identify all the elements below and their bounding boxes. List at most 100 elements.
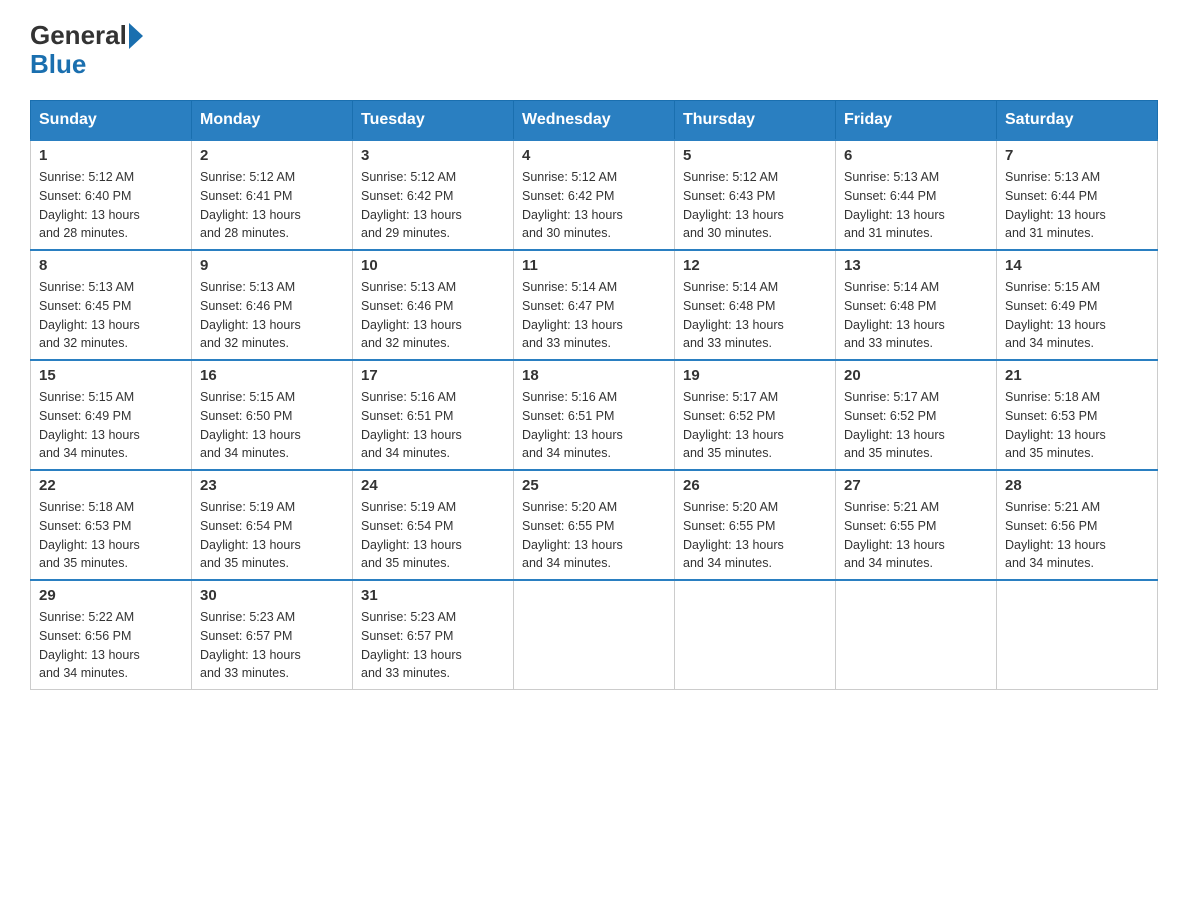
calendar-cell: 31 Sunrise: 5:23 AMSunset: 6:57 PMDaylig…	[353, 580, 514, 690]
day-number: 22	[39, 477, 183, 494]
calendar-cell: 21 Sunrise: 5:18 AMSunset: 6:53 PMDaylig…	[997, 360, 1158, 470]
calendar-cell: 5 Sunrise: 5:12 AMSunset: 6:43 PMDayligh…	[675, 140, 836, 250]
day-number: 25	[522, 477, 666, 494]
calendar-week-row: 1 Sunrise: 5:12 AMSunset: 6:40 PMDayligh…	[31, 140, 1158, 250]
day-number: 16	[200, 367, 344, 384]
day-number: 9	[200, 257, 344, 274]
page-header: General Blue	[30, 20, 1158, 80]
day-info: Sunrise: 5:17 AMSunset: 6:52 PMDaylight:…	[683, 390, 784, 460]
day-info: Sunrise: 5:12 AMSunset: 6:42 PMDaylight:…	[522, 170, 623, 240]
calendar-cell: 15 Sunrise: 5:15 AMSunset: 6:49 PMDaylig…	[31, 360, 192, 470]
calendar-cell: 23 Sunrise: 5:19 AMSunset: 6:54 PMDaylig…	[192, 470, 353, 580]
day-info: Sunrise: 5:13 AMSunset: 6:46 PMDaylight:…	[200, 280, 301, 350]
calendar-cell: 30 Sunrise: 5:23 AMSunset: 6:57 PMDaylig…	[192, 580, 353, 690]
day-number: 24	[361, 477, 505, 494]
calendar-week-row: 8 Sunrise: 5:13 AMSunset: 6:45 PMDayligh…	[31, 250, 1158, 360]
calendar-cell: 25 Sunrise: 5:20 AMSunset: 6:55 PMDaylig…	[514, 470, 675, 580]
day-number: 28	[1005, 477, 1149, 494]
day-info: Sunrise: 5:12 AMSunset: 6:41 PMDaylight:…	[200, 170, 301, 240]
calendar-cell: 2 Sunrise: 5:12 AMSunset: 6:41 PMDayligh…	[192, 140, 353, 250]
day-info: Sunrise: 5:18 AMSunset: 6:53 PMDaylight:…	[1005, 390, 1106, 460]
calendar-cell	[836, 580, 997, 690]
calendar-week-row: 29 Sunrise: 5:22 AMSunset: 6:56 PMDaylig…	[31, 580, 1158, 690]
calendar-week-row: 15 Sunrise: 5:15 AMSunset: 6:49 PMDaylig…	[31, 360, 1158, 470]
day-number: 7	[1005, 147, 1149, 164]
calendar-cell	[675, 580, 836, 690]
day-number: 20	[844, 367, 988, 384]
day-info: Sunrise: 5:21 AMSunset: 6:56 PMDaylight:…	[1005, 500, 1106, 570]
calendar-cell: 3 Sunrise: 5:12 AMSunset: 6:42 PMDayligh…	[353, 140, 514, 250]
day-info: Sunrise: 5:17 AMSunset: 6:52 PMDaylight:…	[844, 390, 945, 460]
logo-arrow-icon	[129, 23, 143, 49]
logo: General Blue	[30, 20, 145, 80]
calendar-cell: 6 Sunrise: 5:13 AMSunset: 6:44 PMDayligh…	[836, 140, 997, 250]
day-info: Sunrise: 5:13 AMSunset: 6:44 PMDaylight:…	[844, 170, 945, 240]
col-header-sunday: Sunday	[31, 101, 192, 141]
day-info: Sunrise: 5:12 AMSunset: 6:42 PMDaylight:…	[361, 170, 462, 240]
logo-row1: General	[30, 20, 145, 51]
day-number: 15	[39, 367, 183, 384]
day-info: Sunrise: 5:20 AMSunset: 6:55 PMDaylight:…	[683, 500, 784, 570]
day-number: 5	[683, 147, 827, 164]
calendar-header-row: SundayMondayTuesdayWednesdayThursdayFrid…	[31, 101, 1158, 141]
day-number: 30	[200, 587, 344, 604]
day-number: 2	[200, 147, 344, 164]
day-number: 17	[361, 367, 505, 384]
calendar-cell: 26 Sunrise: 5:20 AMSunset: 6:55 PMDaylig…	[675, 470, 836, 580]
day-info: Sunrise: 5:15 AMSunset: 6:50 PMDaylight:…	[200, 390, 301, 460]
col-header-monday: Monday	[192, 101, 353, 141]
day-number: 27	[844, 477, 988, 494]
day-number: 10	[361, 257, 505, 274]
day-number: 6	[844, 147, 988, 164]
calendar-table: SundayMondayTuesdayWednesdayThursdayFrid…	[30, 100, 1158, 690]
day-number: 14	[1005, 257, 1149, 274]
day-info: Sunrise: 5:14 AMSunset: 6:48 PMDaylight:…	[683, 280, 784, 350]
day-info: Sunrise: 5:19 AMSunset: 6:54 PMDaylight:…	[200, 500, 301, 570]
day-number: 13	[844, 257, 988, 274]
day-number: 1	[39, 147, 183, 164]
day-info: Sunrise: 5:19 AMSunset: 6:54 PMDaylight:…	[361, 500, 462, 570]
calendar-week-row: 22 Sunrise: 5:18 AMSunset: 6:53 PMDaylig…	[31, 470, 1158, 580]
day-number: 12	[683, 257, 827, 274]
day-number: 18	[522, 367, 666, 384]
calendar-cell: 19 Sunrise: 5:17 AMSunset: 6:52 PMDaylig…	[675, 360, 836, 470]
calendar-cell: 18 Sunrise: 5:16 AMSunset: 6:51 PMDaylig…	[514, 360, 675, 470]
calendar-cell: 11 Sunrise: 5:14 AMSunset: 6:47 PMDaylig…	[514, 250, 675, 360]
col-header-thursday: Thursday	[675, 101, 836, 141]
logo-row2: Blue	[30, 49, 86, 80]
day-number: 19	[683, 367, 827, 384]
calendar-cell: 28 Sunrise: 5:21 AMSunset: 6:56 PMDaylig…	[997, 470, 1158, 580]
day-info: Sunrise: 5:14 AMSunset: 6:48 PMDaylight:…	[844, 280, 945, 350]
day-info: Sunrise: 5:12 AMSunset: 6:40 PMDaylight:…	[39, 170, 140, 240]
logo-general-text: General	[30, 20, 127, 51]
day-number: 8	[39, 257, 183, 274]
day-info: Sunrise: 5:16 AMSunset: 6:51 PMDaylight:…	[522, 390, 623, 460]
day-info: Sunrise: 5:13 AMSunset: 6:45 PMDaylight:…	[39, 280, 140, 350]
col-header-saturday: Saturday	[997, 101, 1158, 141]
day-info: Sunrise: 5:21 AMSunset: 6:55 PMDaylight:…	[844, 500, 945, 570]
calendar-cell: 16 Sunrise: 5:15 AMSunset: 6:50 PMDaylig…	[192, 360, 353, 470]
day-info: Sunrise: 5:23 AMSunset: 6:57 PMDaylight:…	[200, 610, 301, 680]
day-number: 4	[522, 147, 666, 164]
day-info: Sunrise: 5:22 AMSunset: 6:56 PMDaylight:…	[39, 610, 140, 680]
calendar-cell: 1 Sunrise: 5:12 AMSunset: 6:40 PMDayligh…	[31, 140, 192, 250]
day-info: Sunrise: 5:13 AMSunset: 6:44 PMDaylight:…	[1005, 170, 1106, 240]
day-number: 23	[200, 477, 344, 494]
day-info: Sunrise: 5:13 AMSunset: 6:46 PMDaylight:…	[361, 280, 462, 350]
day-number: 26	[683, 477, 827, 494]
calendar-cell: 10 Sunrise: 5:13 AMSunset: 6:46 PMDaylig…	[353, 250, 514, 360]
calendar-cell	[997, 580, 1158, 690]
day-info: Sunrise: 5:20 AMSunset: 6:55 PMDaylight:…	[522, 500, 623, 570]
calendar-cell: 29 Sunrise: 5:22 AMSunset: 6:56 PMDaylig…	[31, 580, 192, 690]
day-info: Sunrise: 5:16 AMSunset: 6:51 PMDaylight:…	[361, 390, 462, 460]
calendar-cell: 12 Sunrise: 5:14 AMSunset: 6:48 PMDaylig…	[675, 250, 836, 360]
day-info: Sunrise: 5:14 AMSunset: 6:47 PMDaylight:…	[522, 280, 623, 350]
day-number: 31	[361, 587, 505, 604]
calendar-cell: 9 Sunrise: 5:13 AMSunset: 6:46 PMDayligh…	[192, 250, 353, 360]
calendar-cell: 14 Sunrise: 5:15 AMSunset: 6:49 PMDaylig…	[997, 250, 1158, 360]
calendar-cell: 8 Sunrise: 5:13 AMSunset: 6:45 PMDayligh…	[31, 250, 192, 360]
calendar-cell: 24 Sunrise: 5:19 AMSunset: 6:54 PMDaylig…	[353, 470, 514, 580]
calendar-cell: 27 Sunrise: 5:21 AMSunset: 6:55 PMDaylig…	[836, 470, 997, 580]
day-number: 21	[1005, 367, 1149, 384]
logo-blue-text: Blue	[30, 49, 86, 80]
